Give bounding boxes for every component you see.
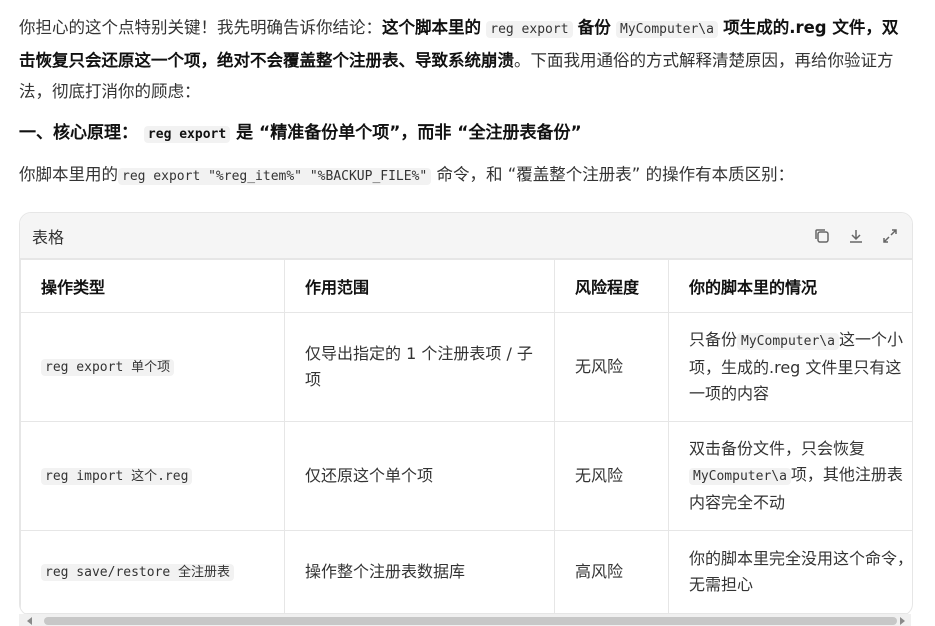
cell-note: 你的脚本里完全没用这个命令，无需担心 bbox=[668, 530, 912, 614]
expand-icon[interactable] bbox=[880, 226, 900, 246]
cell-operation: reg import 这个.reg bbox=[20, 421, 285, 531]
message-content: 你担心的这个点特别关键！我先明确告诉你结论：这个脚本里的 reg export … bbox=[19, 0, 911, 192]
header-risk: 风险程度 bbox=[554, 259, 669, 313]
intro-bold-1: 这个脚本里的 bbox=[382, 18, 481, 37]
copy-icon[interactable] bbox=[812, 226, 832, 246]
table-card-header: 表格 bbox=[20, 213, 912, 259]
table-horizontal-scrollbar[interactable] bbox=[19, 614, 911, 626]
table-card-title: 表格 bbox=[32, 227, 65, 247]
cell-scope: 操作整个注册表数据库 bbox=[284, 530, 555, 614]
table-row: reg export 单个项 仅导出指定的 1 个注册表项 / 子项 无风险 只… bbox=[20, 312, 912, 422]
cell-note: 双击备份文件，只会恢复MyComputer\a 项，其他注册表内容完全不动 bbox=[668, 421, 912, 531]
cell-risk: 无风险 bbox=[554, 312, 669, 422]
note-text-a: 只备份 bbox=[689, 330, 738, 349]
cell-scope: 仅导出指定的 1 个注册表项 / 子项 bbox=[284, 312, 555, 422]
command-text-2: 命令，和 “覆盖整个注册表” 的操作有本质区别： bbox=[436, 165, 795, 184]
header-operation-type: 操作类型 bbox=[20, 259, 285, 313]
download-icon[interactable] bbox=[846, 226, 866, 246]
section-heading-code: reg export bbox=[143, 126, 231, 143]
cell-note: 只备份 MyComputer\a 这一个小项，生成的.reg 文件里只有这一项的内容 bbox=[668, 312, 912, 422]
table-card-actions bbox=[812, 226, 900, 246]
intro-paragraph: 你担心的这个点特别关键！我先明确告诉你结论：这个脚本里的 reg export … bbox=[19, 12, 911, 107]
command-code: reg export "%reg_item%" "%BACKUP_FILE%" bbox=[118, 168, 432, 185]
cell-operation: reg export 单个项 bbox=[20, 312, 285, 422]
intro-text-1: 你担心的这个点特别关键！我先明确告诉你结论： bbox=[19, 18, 382, 37]
cell-scope: 仅还原这个单个项 bbox=[284, 421, 555, 531]
scroll-left-arrow-icon[interactable] bbox=[27, 617, 32, 625]
header-scope: 作用范围 bbox=[284, 259, 555, 313]
command-paragraph: 你脚本里用的 reg export "%reg_item%" "%BACKUP_F… bbox=[19, 159, 911, 192]
section-heading-suffix: 是 “精准备份单个项”，而非 “全注册表备份” bbox=[236, 123, 582, 143]
operation-code: reg save/restore 全注册表 bbox=[41, 564, 235, 581]
scrollbar-thumb[interactable] bbox=[44, 617, 897, 625]
cell-risk: 高风险 bbox=[554, 530, 669, 614]
section-heading-prefix: 一、核心原理： bbox=[19, 123, 138, 143]
operation-code: reg export 单个项 bbox=[41, 359, 175, 376]
intro-code-1: reg export bbox=[486, 21, 573, 38]
section-heading: 一、核心原理： reg export 是 “精准备份单个项”，而非 “全注册表备… bbox=[19, 119, 911, 149]
comparison-table: 操作类型 作用范围 风险程度 你的脚本里的情况 reg export 单个项 仅… bbox=[20, 259, 912, 614]
table-row: reg import 这个.reg 仅还原这个单个项 无风险 双击备份文件，只会… bbox=[20, 421, 912, 531]
intro-bold-2: 备份 bbox=[577, 18, 611, 37]
cell-operation: reg save/restore 全注册表 bbox=[20, 530, 285, 614]
note-code: MyComputer\a bbox=[689, 468, 791, 485]
operation-code: reg import 这个.reg bbox=[41, 468, 193, 485]
note-text-a: 双击备份文件，只会恢复 bbox=[689, 439, 866, 458]
scroll-right-arrow-icon[interactable] bbox=[900, 617, 905, 625]
note-code: MyComputer\a bbox=[737, 333, 839, 350]
intro-code-2: MyComputer\a bbox=[616, 21, 718, 38]
table-row: reg save/restore 全注册表 操作整个注册表数据库 高风险 你的脚… bbox=[20, 530, 912, 614]
cell-risk: 无风险 bbox=[554, 421, 669, 531]
table-header-row: 操作类型 作用范围 风险程度 你的脚本里的情况 bbox=[20, 259, 912, 313]
command-text-1: 你脚本里用的 bbox=[19, 165, 118, 184]
table-card: 表格 操作类型 作用范围 风险程度 你的脚本里的情况 reg export 单个… bbox=[19, 212, 913, 616]
header-your-script: 你的脚本里的情况 bbox=[668, 259, 912, 313]
